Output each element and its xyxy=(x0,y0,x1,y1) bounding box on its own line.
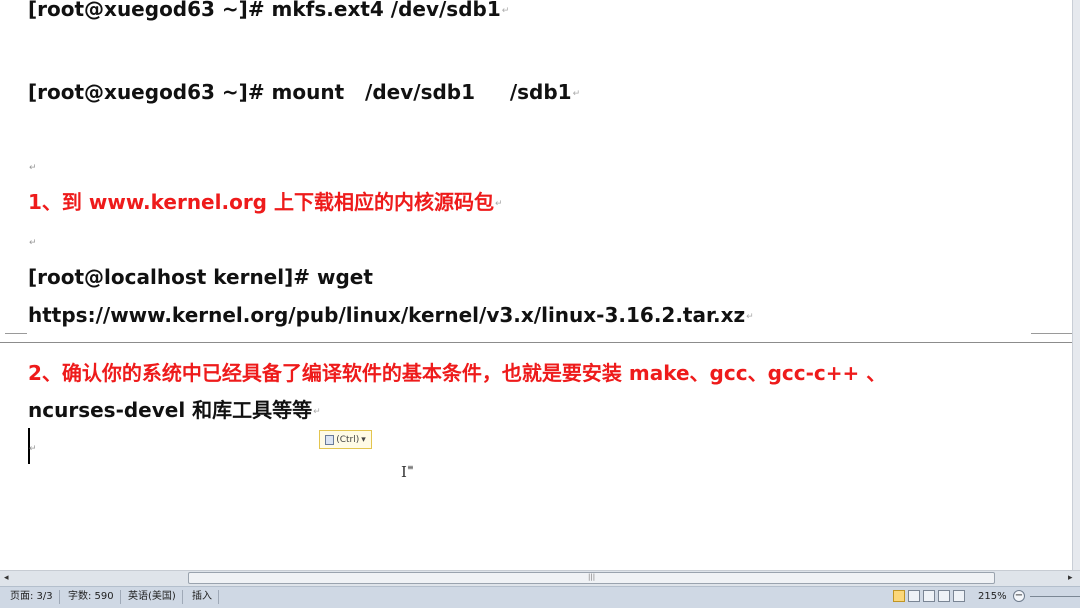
print-layout-icon[interactable] xyxy=(893,590,905,602)
word-count[interactable]: 字数: 590 xyxy=(62,590,121,604)
paragraph-mark: ↵ xyxy=(572,88,581,99)
zoom-level[interactable]: 215% xyxy=(978,590,1007,604)
insert-mode-indicator[interactable]: 插入 xyxy=(186,590,219,604)
page-indicator[interactable]: 页面: 3/3 xyxy=(4,590,60,604)
draft-view-icon[interactable] xyxy=(953,590,965,602)
outline-view-icon[interactable] xyxy=(938,590,950,602)
scroll-right-icon[interactable]: ▸ xyxy=(1068,573,1073,583)
doc-line-ncurses: ncurses-devel 和库工具等等↵ xyxy=(28,398,321,422)
paragraph-mark: ↵ xyxy=(494,198,503,209)
paragraph-mark: ↵ xyxy=(29,444,37,454)
horizontal-scrollbar[interactable]: ◂ ||| ▸ xyxy=(0,570,1080,586)
doc-line-url: https://www.kernel.org/pub/linux/kernel/… xyxy=(28,303,754,327)
view-buttons xyxy=(893,590,965,602)
paragraph-mark: ↵ xyxy=(29,238,37,248)
vertical-scrollbar[interactable] xyxy=(1072,0,1080,570)
doc-heading-step-2: 2、确认你的系统中已经具备了编译软件的基本条件，也就是要安装 make、gcc、… xyxy=(28,361,887,385)
paragraph-mark: ↵ xyxy=(746,311,754,322)
ibeam-cursor-icon: I≡ xyxy=(401,463,414,481)
scroll-grip-icon: ||| xyxy=(588,573,596,581)
doc-line-wget: [root@localhost kernel]# wget xyxy=(28,265,373,289)
page-boundary-line xyxy=(0,342,1073,343)
chevron-down-icon: ▾ xyxy=(361,434,366,445)
status-bar: 页面: 3/3 字数: 590 英语(美国) 插入 215% − xyxy=(0,586,1080,608)
clipboard-icon xyxy=(325,434,335,445)
paste-options-label: (Ctrl) xyxy=(336,434,360,445)
paste-options-button[interactable]: (Ctrl) ▾ xyxy=(319,430,372,449)
language-indicator[interactable]: 英语(美国) xyxy=(122,590,183,604)
web-layout-icon[interactable] xyxy=(923,590,935,602)
document-page[interactable]: [root@xuegod63 ~]# mkfs.ext4 /dev/sdb1↵ … xyxy=(0,0,1073,570)
paragraph-mark: ↵ xyxy=(501,5,510,16)
scroll-left-icon[interactable]: ◂ xyxy=(4,573,9,583)
zoom-out-icon[interactable]: − xyxy=(1013,590,1025,602)
doc-heading-step-1: 1、到 www.kernel.org 上下载相应的内核源码包↵ xyxy=(28,190,503,214)
doc-line-mkfs: [root@xuegod63 ~]# mkfs.ext4 /dev/sdb1↵ xyxy=(28,0,510,21)
paragraph-mark: ↵ xyxy=(29,163,37,173)
zoom-slider[interactable] xyxy=(1030,596,1080,597)
page-break xyxy=(0,333,1073,343)
doc-line-mount: [root@xuegod63 ~]# mount /dev/sdb1 /sdb1… xyxy=(28,80,581,104)
full-screen-reading-icon[interactable] xyxy=(908,590,920,602)
paragraph-mark: ↵ xyxy=(313,406,321,417)
